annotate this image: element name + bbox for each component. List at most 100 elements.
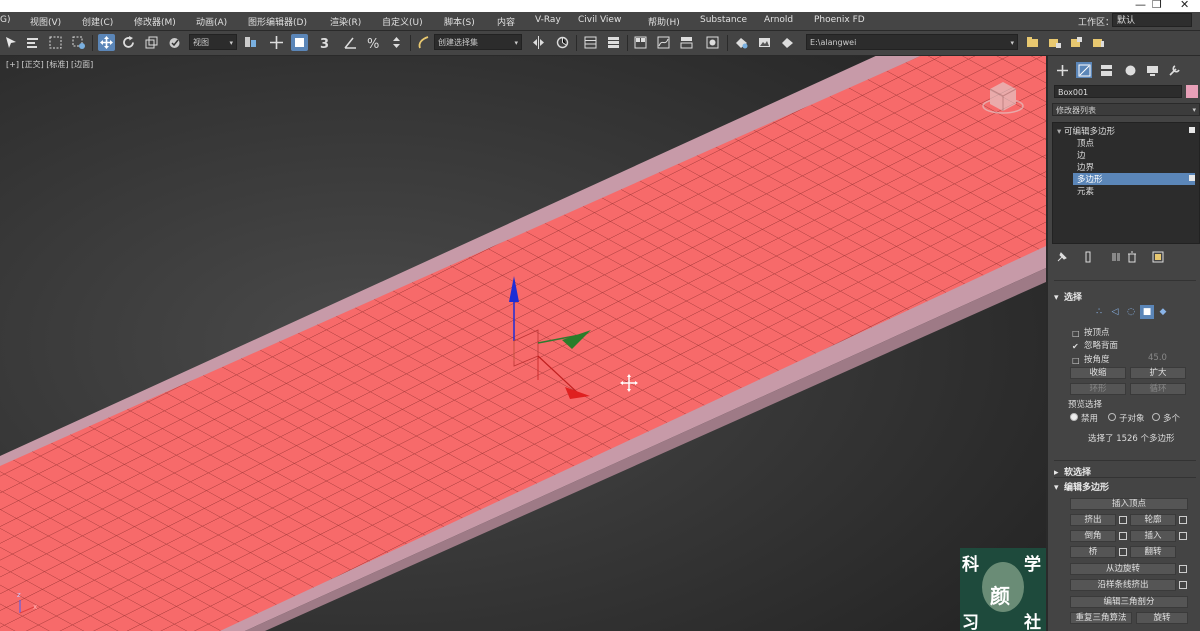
select-rotate-icon[interactable] [120,34,137,51]
render-setup-icon[interactable] [733,34,750,51]
project-path-field[interactable]: E:\alangwei ▾ [806,34,1018,50]
motion-tab-icon[interactable] [1122,62,1138,78]
insert-vertex-button[interactable]: 插入顶点 [1070,498,1188,510]
named-selection-set-dropdown[interactable]: 创建选择集 ▾ [434,34,522,50]
menu-item-scripting[interactable]: 脚本(S) [444,15,475,28]
select-move-icon[interactable] [98,34,115,51]
menu-item-phoenix-fd[interactable]: Phoenix FD [814,15,865,25]
material-editor-icon[interactable] [704,34,721,51]
menu-item-group[interactable]: G) [0,15,11,25]
schematic-view-icon[interactable] [678,34,695,51]
minimize-icon[interactable]: — [1135,0,1146,11]
viewport-label-menu[interactable]: [+] [正交] [标准] [边面] [6,59,93,70]
preview-off-radio[interactable]: 禁用 [1070,412,1098,424]
reference-coordinate-dropdown[interactable]: 视图 ▾ [189,34,237,50]
keyboard-shortcut-toggle-icon[interactable] [291,34,308,51]
use-pivot-center-icon[interactable] [242,34,259,51]
select-manipulate-icon[interactable] [268,34,285,51]
object-color-swatch[interactable] [1186,85,1198,98]
by-vertex-checkbox[interactable]: □ 按顶点 [1072,326,1110,338]
workspace-select[interactable]: 默认 [1112,13,1192,27]
turn-button[interactable]: 旋转 [1136,612,1188,624]
menu-item-modifiers[interactable]: 修改器(M) [134,15,176,28]
spinner-snap-icon[interactable] [388,34,405,51]
menu-item-vray[interactable]: V-Ray [535,15,561,25]
render-frame-window-icon[interactable] [756,34,773,51]
select-object-icon[interactable] [3,34,20,51]
save-folder-icon[interactable] [1090,34,1107,51]
scene-explorer-icon[interactable] [582,34,599,51]
mirror-icon[interactable] [530,34,547,51]
menu-item-customize[interactable]: 自定义(U) [382,15,423,28]
angle-snap-icon[interactable] [342,34,359,51]
edge-mode-icon[interactable]: ◁ [1108,305,1122,319]
preview-multi-radio[interactable]: 多个 [1152,412,1180,424]
vertex-mode-icon[interactable]: ∴ [1092,305,1106,319]
restore-icon[interactable]: ❐ [1152,0,1162,11]
inset-settings-icon[interactable] [1179,532,1187,540]
modifier-list-dropdown[interactable]: 修改器列表 ▾ [1052,103,1200,116]
object-name-field[interactable]: Box001 [1054,85,1182,98]
modify-tab-icon[interactable] [1076,62,1092,78]
outline-button[interactable]: 轮廓 [1130,514,1176,526]
by-angle-checkbox[interactable]: □ 按角度 [1072,353,1110,365]
polygon-mode-icon[interactable]: ■ [1140,305,1154,319]
menu-item-animation[interactable]: 动画(A) [196,15,227,28]
preview-subobject-radio[interactable]: 子对象 [1108,412,1145,424]
retriangulate-button[interactable]: 重复三角算法 [1070,612,1132,624]
project-folder-icon[interactable] [1024,34,1041,51]
extrude-settings-icon[interactable] [1119,516,1127,524]
window-crossing-icon[interactable] [70,34,87,51]
pin-stack-icon[interactable] [1056,251,1068,263]
menu-item-graph-editors[interactable]: 图形编辑器(D) [248,15,307,28]
grow-button[interactable]: 扩大 [1130,367,1186,379]
hierarchy-tab-icon[interactable] [1098,62,1114,78]
select-scale-icon[interactable] [143,34,160,51]
loop-button[interactable]: 循环 [1130,383,1186,395]
selection-rollout-header[interactable]: ▾ 选择 [1054,290,1082,303]
select-region-icon[interactable] [47,34,64,51]
angle-spinner[interactable]: 45.0 [1148,353,1167,363]
ring-button[interactable]: 环形 [1070,383,1126,395]
render-production-icon[interactable] [779,34,796,51]
configure-modifier-sets-icon[interactable] [1152,251,1164,263]
hinge-settings-icon[interactable] [1179,565,1187,573]
stack-item-polygon[interactable]: 多边形 [1073,173,1195,185]
bevel-settings-icon[interactable] [1119,532,1127,540]
layers-icon[interactable] [605,34,622,51]
stack-item-edge[interactable]: 边 [1077,149,1086,161]
inset-button[interactable]: 插入 [1130,530,1176,542]
shrink-button[interactable]: 收缩 [1070,367,1126,379]
stack-item-editable-poly[interactable]: ▾ 可编辑多边形 [1057,125,1115,137]
percent-snap-icon[interactable]: % [365,34,382,51]
stack-light-icon[interactable] [1189,127,1195,133]
align-icon[interactable] [554,34,571,51]
menu-item-arnold[interactable]: Arnold [764,15,793,25]
stack-item-border[interactable]: 边界 [1077,161,1094,173]
ignore-backfacing-checkbox[interactable]: ✔ 忽略背面 [1072,339,1118,351]
show-end-result-icon[interactable] [1082,251,1094,263]
create-tab-icon[interactable] [1054,62,1070,78]
element-mode-icon[interactable]: ◆ [1156,305,1170,319]
stack-light-icon[interactable] [1189,175,1195,181]
place-icon[interactable] [166,34,183,51]
utilities-tab-icon[interactable] [1166,62,1182,78]
remove-modifier-icon[interactable] [1126,251,1138,263]
menu-item-rendering[interactable]: 渲染(R) [330,15,361,28]
select-by-name-icon[interactable] [24,34,41,51]
flip-button[interactable]: 翻转 [1130,546,1176,558]
make-unique-icon[interactable] [1110,251,1122,263]
bridge-button[interactable]: 桥 [1070,546,1116,558]
border-mode-icon[interactable]: ◌ [1124,305,1138,319]
display-tab-icon[interactable] [1144,62,1160,78]
edit-polygons-rollout-header[interactable]: ▾ 编辑多边形 [1054,480,1109,493]
menu-item-civil-view[interactable]: Civil View [578,15,621,25]
ribbon-icon[interactable] [632,34,649,51]
extrude-spline-settings-icon[interactable] [1179,581,1187,589]
menu-item-create[interactable]: 创建(C) [82,15,113,28]
set-project-folder-icon[interactable] [1046,34,1063,51]
menu-item-substance[interactable]: Substance [700,15,747,25]
edit-triangulation-button[interactable]: 编辑三角剖分 [1070,596,1188,608]
perspective-viewport[interactable]: [+] [正交] [标准] [边面] z x 科 学 颜 习 社 [0,56,1046,631]
open-folder-icon[interactable] [1068,34,1085,51]
